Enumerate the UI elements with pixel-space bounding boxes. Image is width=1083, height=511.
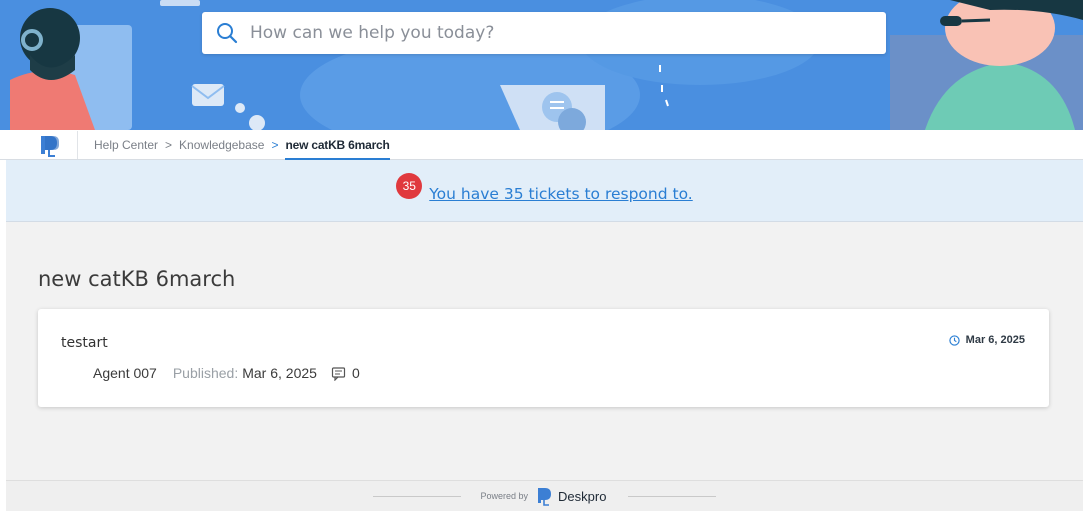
tickets-alert: 35 You have 35 tickets to respond to. — [6, 160, 1083, 222]
published-label: Published: — [172, 365, 239, 381]
search-icon[interactable] — [216, 22, 238, 44]
clock-icon — [948, 334, 960, 346]
chevron-right-icon: > — [271, 137, 279, 152]
powered-by-text: Powered by — [480, 491, 529, 501]
breadcrumb-bar: Help Center > Knowledgebase > new catKB … — [0, 130, 1083, 160]
published-date: Mar 6, 2025 — [242, 365, 317, 381]
deskpro-logo-icon[interactable] — [37, 132, 63, 158]
article-author: Agent 007 — [93, 365, 157, 381]
deskpro-logo-icon[interactable] — [536, 486, 554, 506]
breadcrumb-item-help-center[interactable]: Help Center — [94, 138, 158, 152]
breadcrumb: Help Center > Knowledgebase > new catKB … — [94, 130, 390, 160]
tickets-alert-link[interactable]: You have 35 tickets to respond to. — [429, 185, 692, 203]
chevron-right-icon: > — [165, 137, 173, 152]
deskpro-brand-link[interactable]: Deskpro — [558, 489, 606, 504]
article-date-text: Mar 6, 2025 — [965, 334, 1025, 346]
page-title: new catKB 6march — [38, 267, 236, 291]
footer-rule-left — [372, 495, 461, 497]
article-date: Mar 6, 2025 — [948, 334, 1025, 346]
search-input[interactable] — [250, 13, 886, 53]
ticket-count-badge: 35 — [396, 172, 423, 199]
search-box[interactable] — [202, 12, 886, 54]
breadcrumb-item-current[interactable]: new catKB 6march — [285, 130, 390, 160]
article-meta: Agent 007 Published: Mar 6, 2025 0 — [93, 365, 360, 381]
footer: Powered by Deskpro — [6, 480, 1083, 511]
comment-icon — [331, 366, 346, 381]
hero-banner — [0, 0, 1083, 130]
article-card[interactable]: testart Agent 007 Published: Mar 6, 2025… — [38, 309, 1049, 407]
breadcrumb-item-knowledgebase[interactable]: Knowledgebase — [179, 138, 264, 152]
footer-rule-right — [628, 495, 717, 497]
main-content: new catKB 6march testart Agent 007 Publi… — [6, 222, 1083, 480]
comment-count: 0 — [351, 365, 360, 381]
breadcrumb-divider — [77, 130, 78, 159]
article-title-link[interactable]: testart — [61, 335, 108, 351]
